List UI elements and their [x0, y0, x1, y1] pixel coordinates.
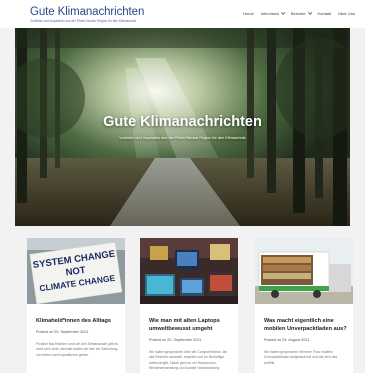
post-thumbnail[interactable]: SYSTEM CHANGE NOT CLIMATE CHANGE: [27, 238, 125, 304]
site-tagline: Vorbilder und Inspiration aus der Rhein-…: [30, 19, 137, 23]
brand[interactable]: Gute Klimanachrichten Vorbilder und Insp…: [30, 6, 144, 23]
post-card[interactable]: Wie man mit alten Laptops umweltbewusst …: [140, 238, 238, 373]
post-excerpt: Positive Nachrichten rund um den Klimawa…: [36, 341, 118, 357]
hero-subtitle: Vorbilder und Inspiration aus der Rhein-…: [119, 136, 246, 140]
post-date: Posted on 20. September 2021: [149, 337, 202, 342]
hero-banner: Gute Klimanachrichten Vorbilder und Insp…: [15, 28, 350, 226]
post-body: Klimaheld*innen des Alltags Posted on 29…: [36, 318, 119, 358]
protest-sign-image: SYSTEM CHANGE NOT CLIMATE CHANGE: [27, 238, 125, 304]
nav-label: Berichte: [290, 11, 306, 16]
post-title[interactable]: Was macht eigentlich eine mobilen Unverp…: [264, 318, 347, 334]
chevron-down-icon: [280, 10, 286, 15]
post-card[interactable]: SYSTEM CHANGE NOT CLIMATE CHANGE Klimahe…: [27, 238, 125, 373]
nav-label: Home: [243, 11, 254, 16]
post-excerpt: Wir haben gesprochen über die Computerbö…: [149, 349, 228, 370]
post-date: Posted on 24. August 2021: [264, 337, 310, 342]
post-thumbnail[interactable]: [140, 238, 238, 304]
post-list: SYSTEM CHANGE NOT CLIMATE CHANGE Klimahe…: [27, 238, 353, 373]
post-body: Was macht eigentlich eine mobilen Unverp…: [264, 318, 347, 366]
post-title[interactable]: Klimaheld*innen des Alltags: [36, 318, 119, 326]
post-body: Wie man mit alten Laptops umweltbewusst …: [149, 318, 232, 371]
hero-title: Gute Klimanachrichten: [103, 114, 262, 130]
post-excerpt: Wir haben gesprochen mit einer Frau mobi…: [264, 349, 338, 365]
post-card[interactable]: Was macht eigentlich eine mobilen Unverp…: [255, 238, 353, 373]
site-title[interactable]: Gute Klimanachrichten: [30, 6, 144, 18]
nav-item-interviews[interactable]: Interviews: [260, 10, 286, 16]
nav-label: Kontakt: [317, 11, 332, 16]
laptops-image: [140, 238, 238, 304]
chevron-down-icon: [307, 10, 312, 15]
main-nav: Home Interviews Berichte Kontakt Über Un…: [243, 10, 355, 16]
nav-item-ueber-uns[interactable]: Über Uns: [338, 11, 355, 16]
site-header: Gute Klimanachrichten Vorbilder und Insp…: [0, 0, 365, 28]
post-title[interactable]: Wie man mit alten Laptops umweltbewusst …: [149, 318, 232, 334]
nav-item-home[interactable]: Home: [243, 11, 254, 16]
mobile-shop-image: [255, 238, 353, 304]
nav-label: Über Uns: [338, 11, 355, 16]
nav-item-kontakt[interactable]: Kontakt: [318, 11, 332, 16]
nav-item-berichte[interactable]: Berichte: [290, 10, 312, 16]
post-date: Posted on 29. September 2021: [36, 329, 89, 334]
post-thumbnail[interactable]: [255, 238, 353, 304]
nav-label: Interviews: [260, 11, 279, 16]
